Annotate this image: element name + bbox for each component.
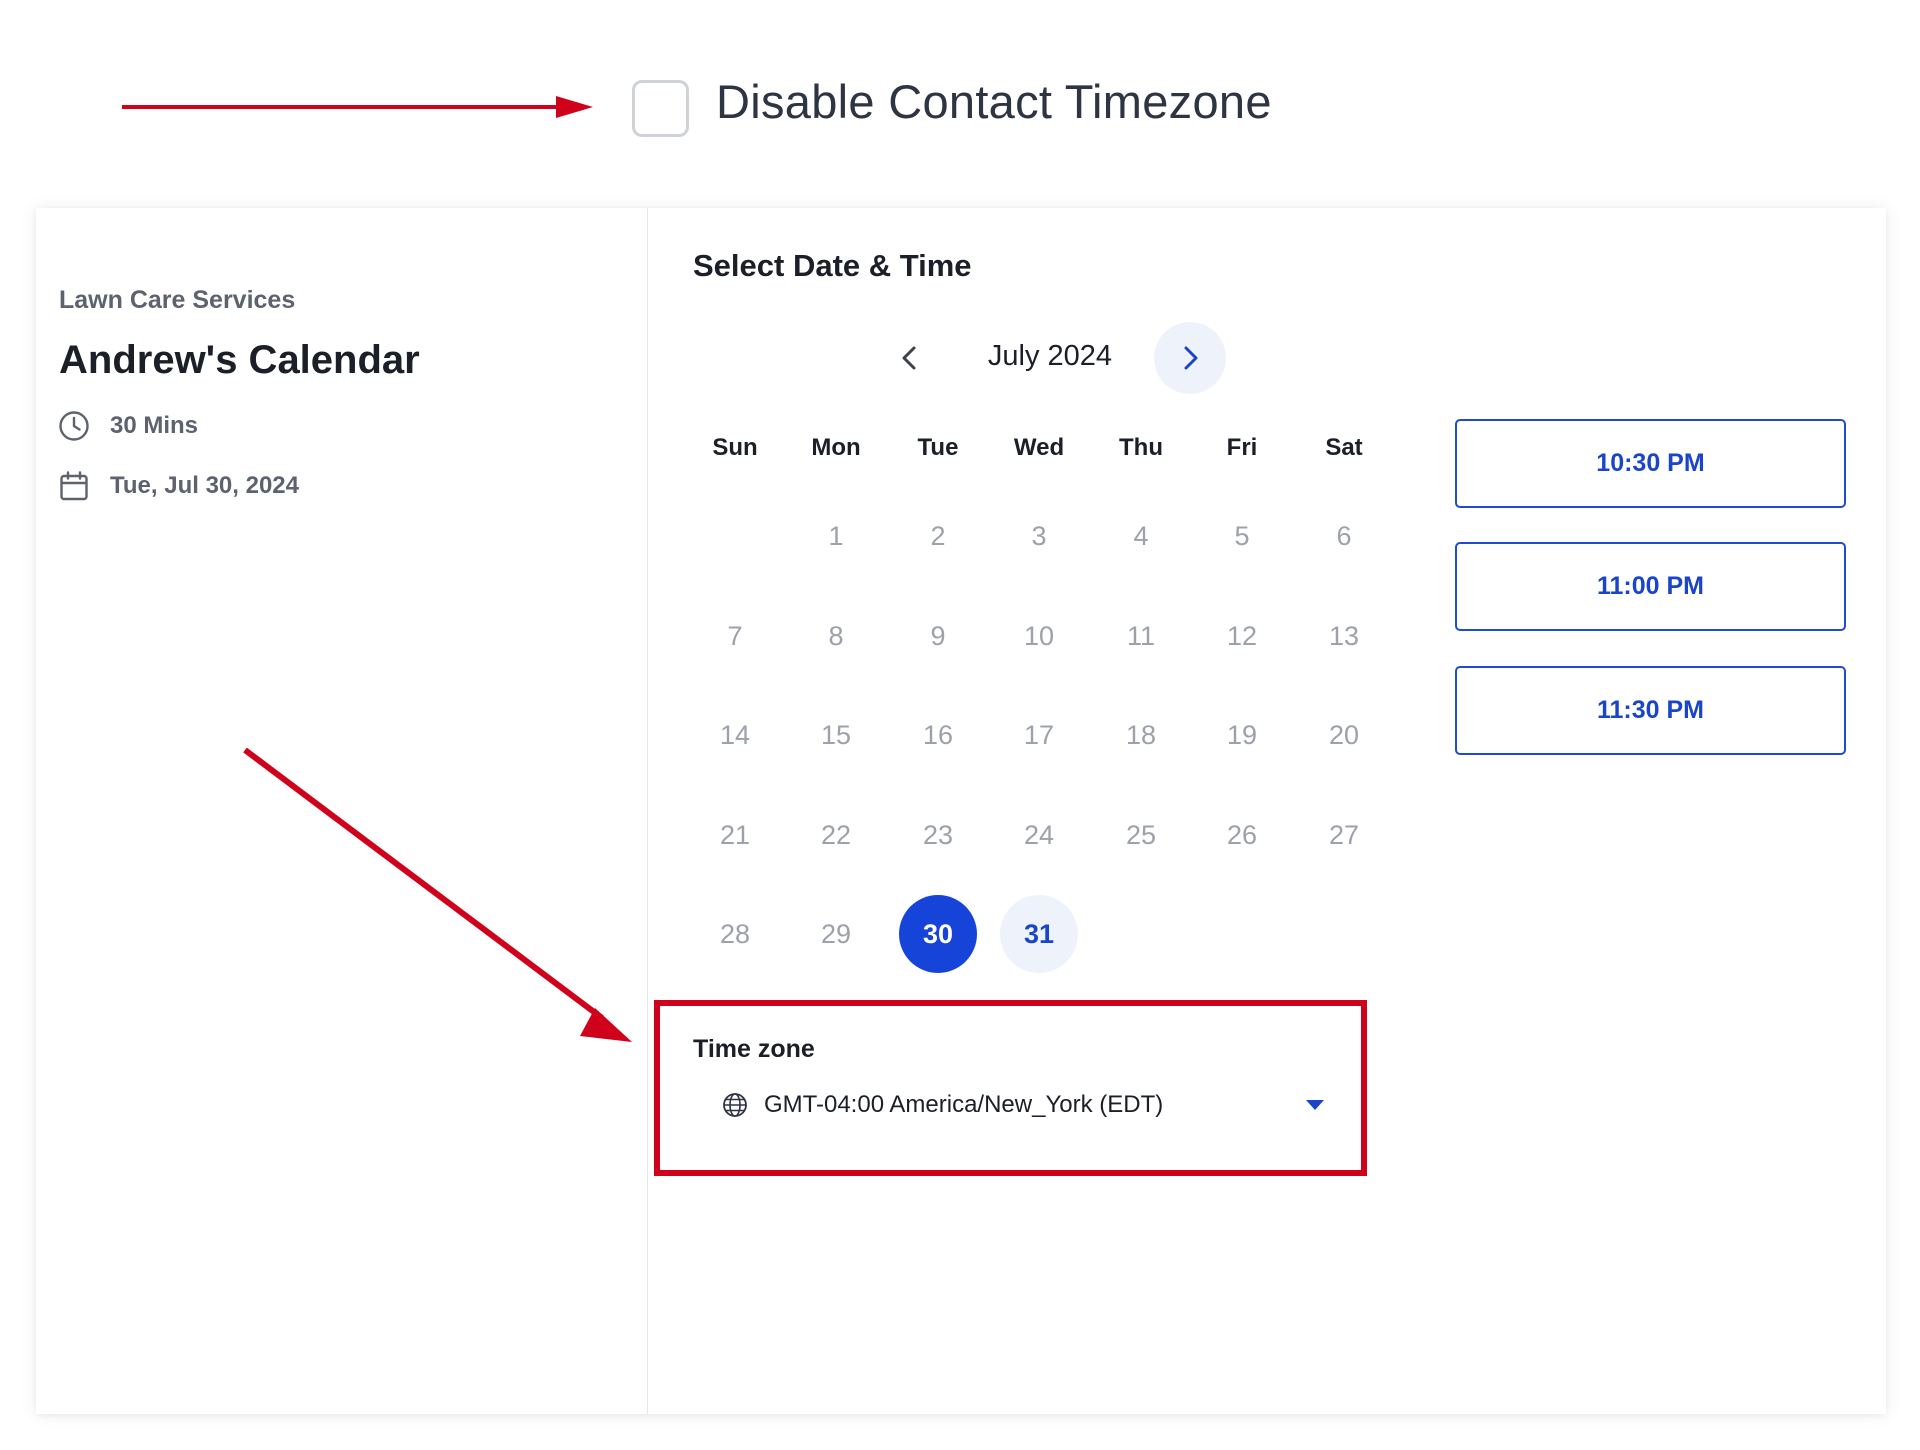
calendar-day-28: 28 <box>719 918 751 949</box>
weekday-thu: Thu <box>1119 434 1163 461</box>
prev-month-button[interactable] <box>874 322 946 394</box>
duration-row: 30 Mins <box>58 410 198 442</box>
calendar-day-31[interactable]: 31 <box>1000 895 1078 973</box>
calendar-day-11: 11 <box>1126 620 1156 651</box>
calendar-day-22: 22 <box>820 819 852 850</box>
calendar-day-6: 6 <box>1336 520 1352 551</box>
booking-summary-panel: Lawn Care Services Andrew's Calendar 30 … <box>36 208 648 1414</box>
next-month-button[interactable] <box>1154 322 1226 394</box>
clock-icon <box>59 411 89 441</box>
calendar-day-12: 12 <box>1226 620 1258 651</box>
calendar-day-8: 8 <box>828 620 844 651</box>
calendar-day-14: 14 <box>719 719 751 750</box>
calendar-day-24: 24 <box>1023 819 1055 850</box>
disable-contact-timezone-checkbox[interactable] <box>632 80 689 137</box>
weekday-sat: Sat <box>1325 434 1363 461</box>
weekday-wed: Wed <box>1013 434 1065 461</box>
calendar-day-27: 27 <box>1328 819 1360 850</box>
calendar-day-7: 7 <box>727 620 743 651</box>
calendar-day-10: 10 <box>1023 620 1055 651</box>
calendar-day-25: 25 <box>1125 819 1157 850</box>
calendar-day-4: 4 <box>1133 520 1149 551</box>
calendar-day-9: 9 <box>930 620 946 651</box>
selected-date-text: Tue, Jul 30, 2024 <box>110 472 299 499</box>
booking-widget: Lawn Care Services Andrew's Calendar 30 … <box>36 208 1886 1414</box>
calendar-day-17: 17 <box>1023 719 1055 750</box>
chevron-left-icon <box>902 346 916 370</box>
section-title: Select Date & Time <box>693 248 972 283</box>
screen: Disable Contact Timezone Lawn Care Servi… <box>0 0 1920 1450</box>
calendar-day-20: 20 <box>1328 719 1360 750</box>
calendar-icon <box>60 471 88 501</box>
calendar-day-29: 29 <box>820 918 852 949</box>
time-slot-button[interactable]: 11:00 PM <box>1455 542 1846 631</box>
calendar-day-2: 2 <box>930 520 946 551</box>
time-slot-button[interactable]: 11:30 PM <box>1455 666 1846 755</box>
calendar-day-15: 15 <box>820 719 852 750</box>
duration-text: 30 Mins <box>110 412 199 439</box>
calendar-day-26: 26 <box>1226 819 1258 850</box>
disable-contact-timezone-label: Disable Contact Timezone <box>716 75 1272 128</box>
time-slot-button[interactable]: 10:30 PM <box>1455 419 1846 508</box>
company-name: Lawn Care Services <box>59 286 296 314</box>
annotation-arrow-right <box>122 96 593 118</box>
calendar-day-19: 19 <box>1226 719 1258 750</box>
annotation-highlight-box <box>654 1000 1367 1176</box>
calendar-day-1: 1 <box>828 520 844 551</box>
month-label: July 2024 <box>987 340 1113 372</box>
calendar-day-18: 18 <box>1125 719 1157 750</box>
calendar-day-30[interactable]: 30 <box>899 895 977 973</box>
calendar-day-13: 13 <box>1328 620 1360 651</box>
calendar-day-23: 23 <box>922 819 954 850</box>
weekday-fri: Fri <box>1226 434 1258 461</box>
weekday-mon: Mon <box>811 434 861 461</box>
calendar-day-16: 16 <box>922 719 954 750</box>
calendar-day-3: 3 <box>1031 520 1047 551</box>
chevron-right-icon <box>1184 346 1198 370</box>
weekday-sun: Sun <box>712 434 758 461</box>
weekday-tue: Tue <box>917 434 959 461</box>
calendar-name: Andrew's Calendar <box>59 338 420 382</box>
calendar-day-21: 21 <box>719 819 751 850</box>
calendar-day-5: 5 <box>1234 520 1250 551</box>
date-row: Tue, Jul 30, 2024 <box>58 470 299 502</box>
